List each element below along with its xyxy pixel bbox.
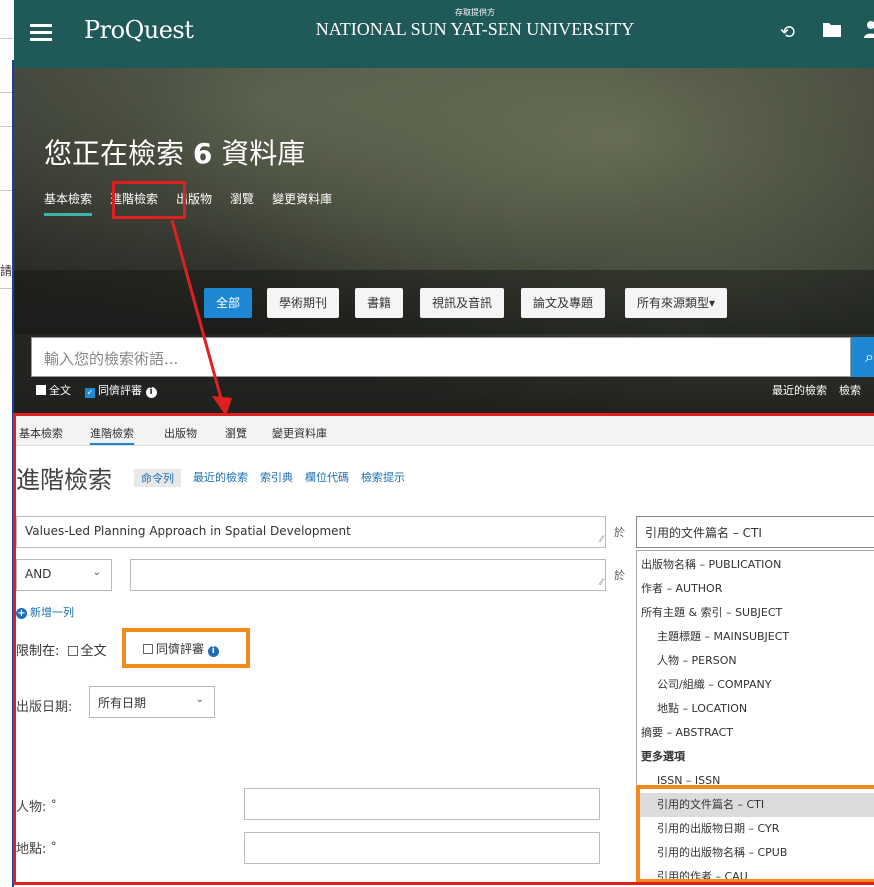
annotation-arrow [170, 219, 232, 416]
